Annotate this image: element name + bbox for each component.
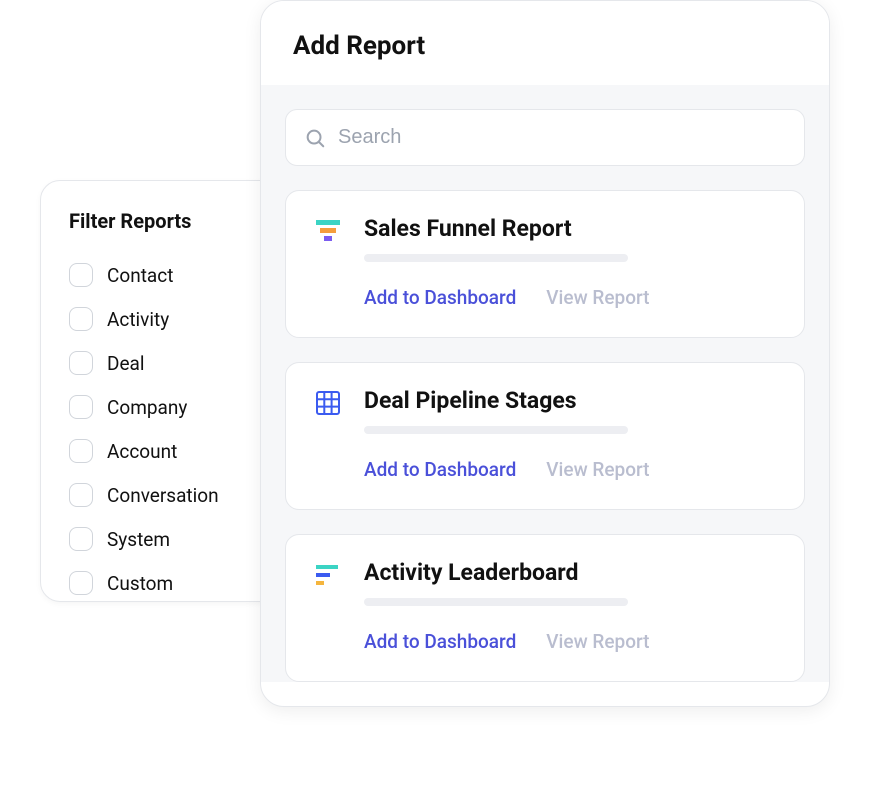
report-card-activity-leaderboard: Activity Leaderboard Add to Dashboard Vi… bbox=[285, 534, 805, 682]
panel-body: Sales Funnel Report Add to Dashboard Vie… bbox=[261, 85, 829, 682]
funnel-icon bbox=[314, 217, 342, 245]
filter-title: Filter Reports bbox=[69, 209, 291, 233]
add-report-panel: Add Report Sales Funnel Report Add to Da… bbox=[260, 0, 830, 707]
filter-label: Account bbox=[107, 440, 177, 463]
card-actions: Add to Dashboard View Report bbox=[364, 630, 776, 653]
report-card-deal-pipeline: Deal Pipeline Stages Add to Dashboard Vi… bbox=[285, 362, 805, 510]
add-to-dashboard-link[interactable]: Add to Dashboard bbox=[364, 458, 516, 481]
card-actions: Add to Dashboard View Report bbox=[364, 286, 776, 309]
view-report-link[interactable]: View Report bbox=[546, 458, 649, 481]
report-title: Activity Leaderboard bbox=[364, 559, 776, 586]
filter-item-system[interactable]: System bbox=[69, 521, 291, 557]
filter-item-account[interactable]: Account bbox=[69, 433, 291, 469]
add-to-dashboard-link[interactable]: Add to Dashboard bbox=[364, 286, 516, 309]
filter-item-contact[interactable]: Contact bbox=[69, 257, 291, 293]
checkbox[interactable] bbox=[69, 483, 93, 507]
grid-icon bbox=[314, 389, 342, 417]
panel-header: Add Report bbox=[261, 1, 829, 85]
checkbox[interactable] bbox=[69, 263, 93, 287]
placeholder-bar bbox=[364, 254, 628, 262]
report-title: Sales Funnel Report bbox=[364, 215, 776, 242]
card-body: Sales Funnel Report Add to Dashboard Vie… bbox=[364, 215, 776, 309]
search-input[interactable] bbox=[338, 126, 786, 149]
card-actions: Add to Dashboard View Report bbox=[364, 458, 776, 481]
filter-list: Contact Activity Deal Company Account Co… bbox=[69, 257, 291, 601]
checkbox[interactable] bbox=[69, 351, 93, 375]
report-title: Deal Pipeline Stages bbox=[364, 387, 776, 414]
filter-item-deal[interactable]: Deal bbox=[69, 345, 291, 381]
filter-label: Conversation bbox=[107, 484, 219, 507]
add-to-dashboard-link[interactable]: Add to Dashboard bbox=[364, 630, 516, 653]
checkbox[interactable] bbox=[69, 307, 93, 331]
bars-icon bbox=[314, 561, 342, 589]
card-body: Activity Leaderboard Add to Dashboard Vi… bbox=[364, 559, 776, 653]
view-report-link[interactable]: View Report bbox=[546, 286, 649, 309]
filter-label: Company bbox=[107, 396, 187, 419]
report-card-sales-funnel: Sales Funnel Report Add to Dashboard Vie… bbox=[285, 190, 805, 338]
search-icon bbox=[304, 127, 326, 149]
checkbox[interactable] bbox=[69, 395, 93, 419]
filter-label: Deal bbox=[107, 352, 145, 375]
filter-label: System bbox=[107, 528, 170, 551]
placeholder-bar bbox=[364, 598, 628, 606]
filter-item-activity[interactable]: Activity bbox=[69, 301, 291, 337]
placeholder-bar bbox=[364, 426, 628, 434]
checkbox[interactable] bbox=[69, 527, 93, 551]
checkbox[interactable] bbox=[69, 571, 93, 595]
panel-title: Add Report bbox=[293, 31, 797, 61]
view-report-link[interactable]: View Report bbox=[546, 630, 649, 653]
card-body: Deal Pipeline Stages Add to Dashboard Vi… bbox=[364, 387, 776, 481]
filter-label: Activity bbox=[107, 308, 169, 331]
filter-label: Custom bbox=[107, 572, 173, 595]
filter-label: Contact bbox=[107, 264, 173, 287]
checkbox[interactable] bbox=[69, 439, 93, 463]
filter-item-custom[interactable]: Custom bbox=[69, 565, 291, 601]
filter-item-company[interactable]: Company bbox=[69, 389, 291, 425]
search-box[interactable] bbox=[285, 109, 805, 166]
filter-item-conversation[interactable]: Conversation bbox=[69, 477, 291, 513]
